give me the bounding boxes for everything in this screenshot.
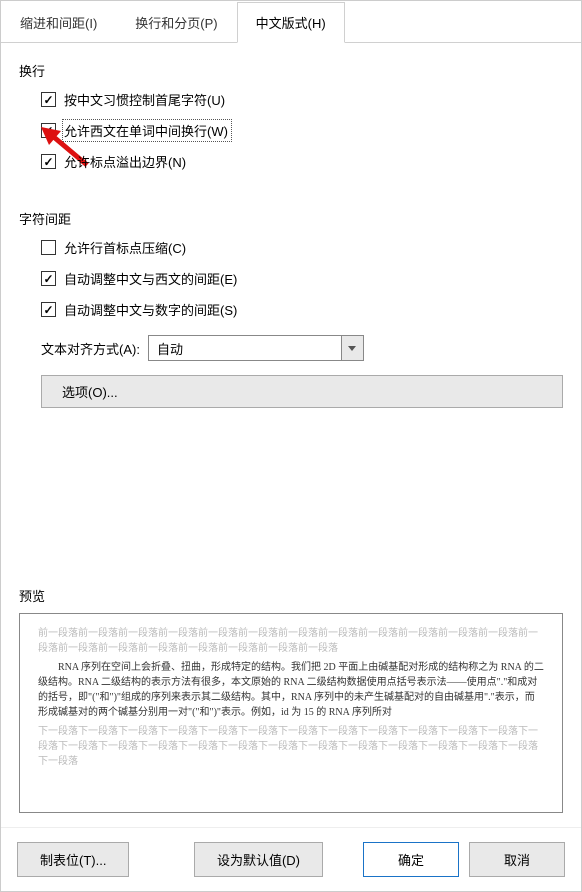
tab-label: 缩进和间距(I) — [20, 16, 97, 31]
text-align-row: 文本对齐方式(A): 自动 — [41, 335, 563, 361]
check-auto-cjk-latin[interactable]: 自动调整中文与西文的间距(E) — [41, 269, 563, 288]
tab-label: 换行和分页(P) — [135, 16, 217, 31]
button-label: 制表位(T)... — [40, 853, 106, 868]
tab-bar: 缩进和间距(I) 换行和分页(P) 中文版式(H) — [1, 1, 581, 43]
checkbox-icon — [41, 302, 56, 317]
tabs-button[interactable]: 制表位(T)... — [17, 842, 129, 877]
checkbox-icon — [41, 92, 56, 107]
checkbox-label: 允许标点溢出边界(N) — [64, 152, 186, 171]
combobox-dropdown-button[interactable] — [341, 336, 363, 360]
button-label: 取消 — [504, 853, 530, 868]
text-align-label: 文本对齐方式(A): — [41, 339, 140, 358]
tab-line-page-breaks[interactable]: 换行和分页(P) — [116, 2, 236, 43]
paragraph-dialog: 缩进和间距(I) 换行和分页(P) 中文版式(H) 换行 按中文习惯控制首尾字符… — [0, 0, 582, 892]
ok-button[interactable]: 确定 — [363, 842, 459, 877]
cancel-button[interactable]: 取消 — [469, 842, 565, 877]
content-area: 换行 按中文习惯控制首尾字符(U) 允许西文在单词中间换行(W) 允许标点溢出边… — [1, 43, 581, 827]
button-label: 设为默认值(D) — [217, 853, 300, 868]
check-punct-overflow[interactable]: 允许标点溢出边界(N) — [41, 152, 563, 171]
checkbox-icon — [41, 240, 56, 255]
preview-ghost-before: 前一段落前一段落前一段落前一段落前一段落前一段落前一段落前一段落前一段落前一段落… — [38, 626, 544, 656]
checkbox-icon — [41, 271, 56, 286]
checkbox-label: 允许西文在单词中间换行(W) — [64, 121, 230, 140]
button-label: 确定 — [398, 853, 424, 868]
checkbox-label: 按中文习惯控制首尾字符(U) — [64, 90, 225, 109]
checkbox-label: 自动调整中文与西文的间距(E) — [64, 269, 237, 288]
preview-box: 前一段落前一段落前一段落前一段落前一段落前一段落前一段落前一段落前一段落前一段落… — [19, 613, 563, 813]
checkbox-icon — [41, 154, 56, 169]
check-auto-cjk-digit[interactable]: 自动调整中文与数字的间距(S) — [41, 300, 563, 319]
tab-label: 中文版式(H) — [256, 16, 326, 31]
group-linebreak-label: 换行 — [19, 61, 563, 80]
set-default-button[interactable]: 设为默认值(D) — [194, 842, 323, 877]
preview-ghost-after: 下一段落下一段落下一段落下一段落下一段落下一段落下一段落下一段落下一段落下一段落… — [38, 724, 544, 769]
group-spacing-label: 字符间距 — [19, 209, 563, 228]
tab-chinese-typography[interactable]: 中文版式(H) — [237, 2, 345, 43]
options-button[interactable]: 选项(O)... — [41, 375, 563, 408]
chevron-down-icon — [348, 346, 356, 351]
preview-core-text: RNA 序列在空间上会折叠、扭曲，形成特定的结构。我们把 2D 平面上由碱基配对… — [38, 660, 544, 720]
text-align-combobox[interactable]: 自动 — [148, 335, 364, 361]
checkbox-label: 允许行首标点压缩(C) — [64, 238, 186, 257]
check-cjk-first-last[interactable]: 按中文习惯控制首尾字符(U) — [41, 90, 563, 109]
checkbox-icon — [41, 123, 56, 138]
tab-indent-spacing[interactable]: 缩进和间距(I) — [1, 2, 116, 43]
combobox-value: 自动 — [149, 336, 341, 360]
dialog-footer: 制表位(T)... 设为默认值(D) 确定 取消 — [1, 827, 581, 891]
check-latin-wrap[interactable]: 允许西文在单词中间换行(W) — [41, 121, 563, 140]
button-label: 选项(O)... — [62, 385, 118, 400]
checkbox-label: 自动调整中文与数字的间距(S) — [64, 300, 237, 319]
check-compress-punct[interactable]: 允许行首标点压缩(C) — [41, 238, 563, 257]
preview-label: 预览 — [19, 586, 563, 605]
